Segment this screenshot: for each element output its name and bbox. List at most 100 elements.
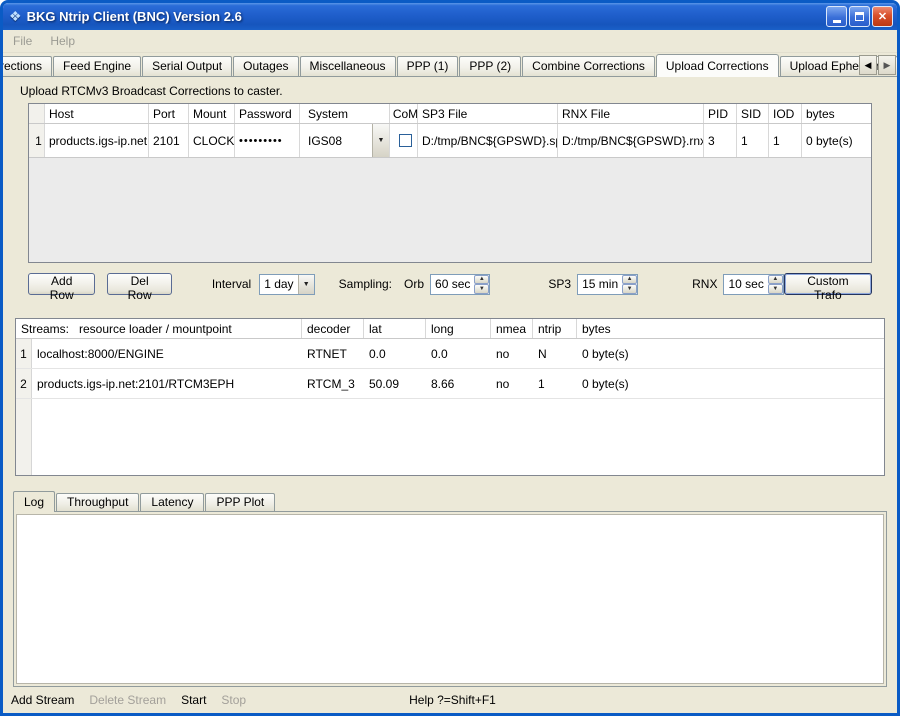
menu-file[interactable]: File [13, 34, 32, 48]
pane-caption: Upload RTCMv3 Broadcast Corrections to c… [20, 84, 897, 98]
log-tab-bar: Log Throughput Latency PPP Plot [13, 490, 887, 511]
tab-outages[interactable]: Outages [233, 56, 298, 76]
upload-table: Host Port Mount Password System CoM SP3 … [28, 103, 872, 263]
orb-label: Orb [404, 277, 424, 291]
tab-ppp-1[interactable]: PPP (1) [397, 56, 459, 76]
bytes-cell: 0 byte(s) [802, 124, 871, 157]
rnx-file-cell[interactable]: D:/tmp/BNC${GPSWD}.rnx [558, 124, 704, 157]
bytes-cell: 0 byte(s) [577, 369, 884, 398]
col-streams-mountpoint: Streams: resource loader / mountpoint [16, 319, 302, 338]
tab-combine-corrections[interactable]: Combine Corrections [522, 56, 655, 76]
col-decoder: decoder [302, 319, 364, 338]
upload-controls: Add Row Del Row Interval 1 day ▼ Samplin… [28, 272, 872, 296]
col-sp3-file: SP3 File [418, 104, 558, 123]
upload-table-empty-area [29, 158, 871, 262]
streams-table-header: Streams: resource loader / mountpoint de… [16, 319, 884, 339]
password-cell[interactable]: ••••••••• [235, 124, 300, 157]
spin-up-icon[interactable]: ▲ [768, 275, 783, 285]
mount-cell[interactable]: CLOCK [189, 124, 235, 157]
tab-ppp-plot[interactable]: PPP Plot [205, 493, 275, 511]
system-combobox[interactable]: IGS08 ▼ [300, 124, 390, 157]
upload-corrections-pane: Upload RTCMv3 Broadcast Corrections to c… [3, 76, 897, 687]
add-stream-button[interactable]: Add Stream [11, 693, 74, 707]
long-cell: 0.0 [426, 339, 491, 368]
lat-cell: 50.09 [364, 369, 426, 398]
row-number-header [29, 104, 45, 123]
app-window: ❖ BKG Ntrip Client (BNC) Version 2.6 ✕ F… [0, 0, 900, 716]
streams-table-empty-area [16, 399, 884, 475]
spin-down-icon[interactable]: ▼ [474, 284, 489, 294]
add-row-button[interactable]: Add Row [28, 273, 95, 295]
tab-ppp-2[interactable]: PPP (2) [459, 56, 521, 76]
decoder-cell: RTCM_3 [302, 369, 364, 398]
upload-table-row: 1 products.igs-ip.net 2101 CLOCK •••••••… [29, 124, 871, 158]
orb-sampling-spinner[interactable]: 60 sec ▲ ▼ [430, 274, 490, 295]
start-button[interactable]: Start [181, 693, 206, 707]
pid-cell[interactable]: 3 [704, 124, 737, 157]
maximize-icon [855, 12, 864, 21]
spin-down-icon[interactable]: ▼ [622, 284, 637, 294]
stream-row[interactable]: 1 localhost:8000/ENGINE RTNET 0.0 0.0 no… [16, 339, 884, 369]
sampling-label: Sampling: [339, 277, 392, 291]
col-mount: Mount [189, 104, 235, 123]
sp3-file-cell[interactable]: D:/tmp/BNC${GPSWD}.sp3 [418, 124, 558, 157]
chevron-down-icon: ▼ [298, 275, 314, 294]
spin-down-icon[interactable]: ▼ [768, 284, 783, 294]
tab-feed-engine[interactable]: Feed Engine [53, 56, 141, 76]
tab-miscellaneous[interactable]: Miscellaneous [300, 56, 396, 76]
upload-table-header: Host Port Mount Password System CoM SP3 … [29, 104, 871, 124]
ntrip-cell: 1 [533, 369, 577, 398]
spin-up-icon[interactable]: ▲ [474, 275, 489, 285]
col-com: CoM [390, 104, 418, 123]
col-rnx-file: RNX File [558, 104, 704, 123]
tab-scroll-right-icon[interactable]: ▶ [878, 55, 896, 75]
sp3-label: SP3 [548, 277, 571, 291]
del-row-button[interactable]: Del Row [107, 273, 171, 295]
tab-bar: rections Feed Engine Serial Output Outag… [3, 53, 897, 76]
minimize-button[interactable] [826, 6, 847, 27]
rnx-sampling-spinner[interactable]: 10 sec ▲ ▼ [723, 274, 783, 295]
spin-up-icon[interactable]: ▲ [622, 275, 637, 285]
maximize-button[interactable] [849, 6, 870, 27]
nmea-cell: no [491, 339, 533, 368]
title-bar[interactable]: ❖ BKG Ntrip Client (BNC) Version 2.6 ✕ [3, 3, 897, 30]
sid-cell[interactable]: 1 [737, 124, 769, 157]
port-cell[interactable]: 2101 [149, 124, 189, 157]
close-button[interactable]: ✕ [872, 6, 893, 27]
menu-help[interactable]: Help [50, 34, 75, 48]
tab-broadcast-corrections[interactable]: rections [0, 56, 52, 76]
stream-row[interactable]: 2 products.igs-ip.net:2101/RTCM3EPH RTCM… [16, 369, 884, 399]
col-port: Port [149, 104, 189, 123]
sp3-sampling-spinner[interactable]: 15 min ▲ ▼ [577, 274, 638, 295]
ntrip-cell: N [533, 339, 577, 368]
col-bytes: bytes [802, 104, 871, 123]
status-bar: Add Stream Delete Stream Start Stop Help… [3, 687, 897, 713]
log-output-area[interactable] [16, 514, 884, 684]
chevron-down-icon: ▼ [372, 124, 389, 157]
iod-cell[interactable]: 1 [769, 124, 802, 157]
col-ntrip: ntrip [533, 319, 577, 338]
interval-combobox[interactable]: 1 day ▼ [259, 274, 314, 295]
lat-cell: 0.0 [364, 339, 426, 368]
app-icon: ❖ [9, 8, 22, 25]
tab-latency[interactable]: Latency [140, 493, 204, 511]
custom-trafo-button[interactable]: Custom Trafo [784, 273, 872, 295]
delete-stream-button[interactable]: Delete Stream [89, 693, 166, 707]
row-number: 1 [29, 124, 45, 157]
col-stream-bytes: bytes [577, 319, 884, 338]
tab-log[interactable]: Log [13, 491, 55, 512]
stop-button[interactable]: Stop [221, 693, 246, 707]
tab-upload-corrections[interactable]: Upload Corrections [656, 54, 779, 77]
col-nmea: nmea [491, 319, 533, 338]
tab-serial-output[interactable]: Serial Output [142, 56, 232, 76]
tab-scroll-left-icon[interactable]: ◀ [859, 55, 877, 75]
host-cell[interactable]: products.igs-ip.net [45, 124, 149, 157]
col-system: System [300, 104, 390, 123]
minimize-icon [833, 20, 841, 23]
com-checkbox[interactable] [399, 134, 412, 147]
mountpoint-cell: products.igs-ip.net:2101/RTCM3EPH [32, 369, 302, 398]
col-pid: PID [704, 104, 737, 123]
tab-throughput[interactable]: Throughput [56, 493, 139, 511]
col-iod: IOD [769, 104, 802, 123]
col-long: long [426, 319, 491, 338]
